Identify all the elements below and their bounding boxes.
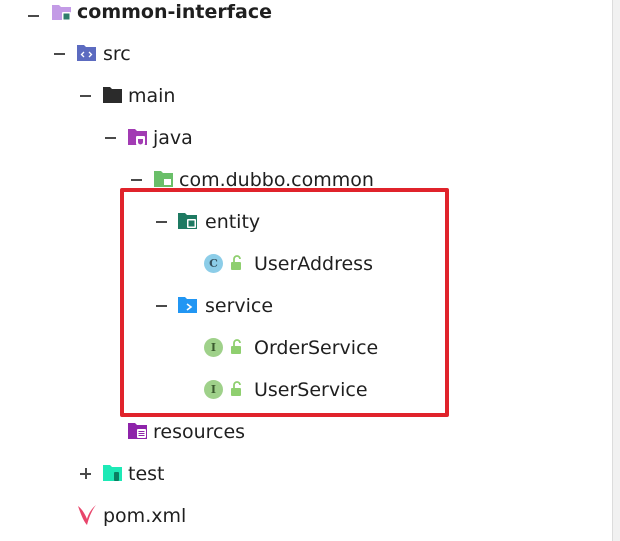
tree-row-main[interactable]: main (0, 80, 612, 112)
tree-label: main (128, 85, 176, 107)
test-folder-icon (102, 463, 124, 483)
tree-row-java[interactable]: java (0, 122, 612, 154)
tree-row-resources[interactable]: resources (0, 416, 612, 448)
tree-label: test (128, 463, 165, 485)
module-folder-icon (51, 2, 73, 22)
collapse-toggle[interactable] (130, 173, 144, 187)
source-folder-icon (76, 43, 98, 63)
tree-label: java (153, 127, 193, 149)
highlight-box (120, 188, 449, 417)
tree-label: resources (153, 421, 246, 443)
tree-row-src[interactable]: src (0, 38, 612, 70)
tree-label: pom.xml (103, 505, 187, 527)
resources-folder-icon (127, 421, 149, 441)
package-folder-icon (153, 169, 175, 189)
java-folder-icon (127, 127, 149, 147)
collapse-toggle[interactable] (79, 89, 93, 103)
collapse-toggle[interactable] (27, 9, 41, 23)
folder-icon (102, 85, 124, 105)
maven-icon (76, 503, 98, 527)
collapse-toggle[interactable] (104, 131, 118, 145)
tree-label: src (103, 43, 131, 65)
tree-row-common-interface[interactable]: common-interface (0, 0, 612, 32)
tree-label: common-interface (77, 1, 272, 23)
expand-toggle[interactable] (79, 467, 93, 481)
tree-row-test[interactable]: test (0, 458, 612, 490)
tree-row-pom[interactable]: pom.xml (0, 500, 612, 532)
collapse-toggle[interactable] (53, 47, 67, 61)
scrollbar[interactable] (612, 0, 620, 541)
